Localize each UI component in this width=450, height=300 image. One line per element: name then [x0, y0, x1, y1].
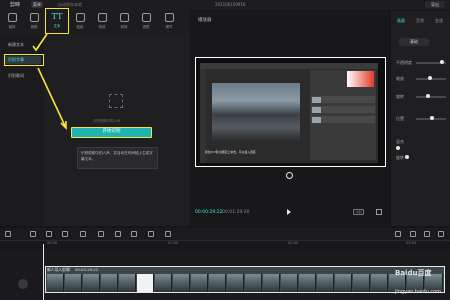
clip-frame: [227, 274, 244, 292]
tab-speed[interactable]: 变速: [435, 18, 443, 24]
slider-knob[interactable]: [430, 116, 434, 120]
ruler-tick-label: 00:00: [47, 241, 58, 245]
freeze-icon[interactable]: [98, 231, 104, 237]
clip-frame: [47, 274, 64, 292]
clip-frame: [353, 274, 370, 292]
preview-frame-layer-thumb: [312, 117, 321, 123]
basic-button[interactable]: 基础: [399, 38, 429, 46]
slider-knob[interactable]: [405, 155, 409, 159]
link-icon[interactable]: [410, 231, 416, 237]
clip-frame: [173, 274, 190, 292]
clip-frame: [245, 274, 262, 292]
total-time: 00:01:29:20: [222, 210, 250, 215]
clip-frame: [137, 274, 154, 292]
reverse-icon[interactable]: [115, 231, 121, 237]
play-icon[interactable]: [287, 209, 291, 215]
property-label: 混合: [396, 139, 404, 144]
clip-frame: [371, 274, 388, 292]
preview-caption-text: 按住Ctrl键 在图层上单击，可以载入选区: [205, 150, 256, 154]
clip-duration: 00:03:29:22: [75, 267, 99, 272]
fullscreen-icon[interactable]: [376, 209, 382, 215]
clip-frame: [65, 274, 82, 292]
property-label: 缩放: [396, 76, 404, 81]
timeline-ruler[interactable]: [0, 240, 450, 250]
arrow-to-start: [37, 67, 67, 129]
clip-frame: [299, 274, 316, 292]
crop-icon[interactable]: [165, 231, 171, 237]
tab-audio[interactable]: 音频: [416, 18, 424, 24]
preview-frame-photo: [212, 83, 300, 141]
clip-name: 新人导入剪辑: [47, 267, 70, 272]
clip-frame: [281, 274, 298, 292]
clip-frame: [317, 274, 334, 292]
slider-knob[interactable]: [396, 146, 400, 150]
split-icon[interactable]: [62, 231, 68, 237]
slider-knob[interactable]: [426, 94, 430, 98]
preview-frame-color-picker: [347, 71, 374, 87]
timeline-playhead[interactable]: [43, 244, 44, 300]
rotate-icon[interactable]: [148, 231, 154, 237]
clip-frame: [119, 274, 136, 292]
property-slider[interactable]: [416, 96, 446, 98]
property-label: 不透明度: [396, 60, 412, 65]
preview-frame-layer-thumb: [312, 97, 321, 103]
clip-frame: [155, 274, 172, 292]
redo-icon[interactable]: [46, 231, 52, 237]
clip-frame: [335, 274, 352, 292]
clip-label: 新人导入剪辑 00:03:29:22: [47, 267, 98, 273]
clip-frame: [263, 274, 280, 292]
property-label: 位置: [396, 116, 404, 121]
slider-knob[interactable]: [428, 76, 432, 80]
arrow-head-subtitles: [32, 45, 40, 52]
watermark-url: jingyan.baidu.com: [395, 289, 442, 295]
delete-icon[interactable]: [80, 231, 86, 237]
zoom-in-icon[interactable]: [438, 231, 444, 237]
preview-frame-toolbar: [200, 63, 378, 69]
canvas-rotate-handle-icon[interactable]: [286, 172, 293, 179]
preview-frame-layer-thumb: [312, 107, 321, 113]
tab-picture[interactable]: 画面: [397, 18, 405, 24]
undo-icon[interactable]: [30, 231, 36, 237]
start-recognize-button[interactable]: 开始识别: [71, 127, 152, 138]
ratio-button[interactable]: 比例: [353, 209, 364, 215]
player-title: 播放器: [198, 18, 212, 23]
ruler-tick-label: 02:00: [288, 241, 299, 245]
recognize-description: 识别视频中的人声，并自动在时间轴上生成字幕文本。: [77, 147, 158, 169]
recognize-hint: 识别视频中的人声: [93, 119, 121, 123]
clip-frame: [191, 274, 208, 292]
clip-frame: [101, 274, 118, 292]
ruler-tick-label: 01:00: [168, 241, 179, 245]
property-label: 旋转: [396, 155, 404, 160]
ruler-tick-label: 03:00: [406, 241, 417, 245]
clip-frame: [83, 274, 100, 292]
mirror-icon[interactable]: [131, 231, 137, 237]
current-time: 00:00:29:22: [195, 210, 223, 215]
track-cover-icon[interactable]: [18, 279, 28, 289]
zoom-out-icon[interactable]: [424, 231, 430, 237]
select-tool-icon[interactable]: [5, 231, 11, 237]
preview-frame-tools: [200, 69, 206, 163]
mic-icon[interactable]: [395, 231, 401, 237]
clip-frame: [209, 274, 226, 292]
app-window: 剪映 菜单 自动保存本地 202106100916 导出 媒体 音频 TT 文本…: [0, 0, 450, 300]
watermark-logo: Baidu百度: [395, 269, 432, 277]
property-label: 旋转: [396, 94, 404, 99]
recognize-icon: [109, 94, 123, 108]
slider-knob[interactable]: [440, 60, 444, 64]
